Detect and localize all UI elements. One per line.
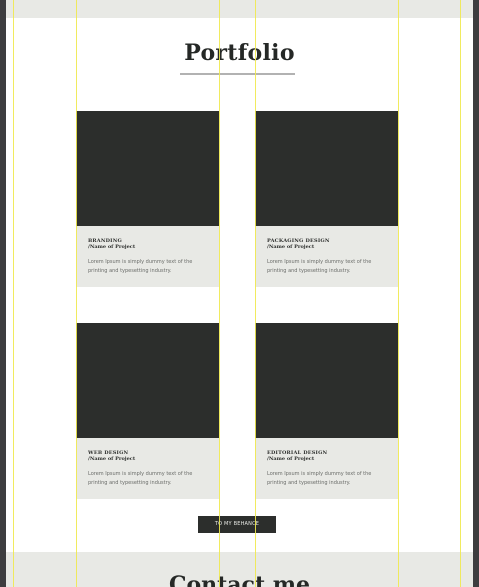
project-name: /Name of Project xyxy=(267,456,315,462)
project-card-web[interactable]: WEB DESIGN /Name of Project Lorem Ipsum … xyxy=(76,323,219,499)
project-info: BRANDING /Name of Project Lorem Ipsum is… xyxy=(76,226,219,287)
project-name: /Name of Project xyxy=(88,456,136,462)
layout-guide-line xyxy=(460,0,461,587)
layout-guide-line xyxy=(13,0,14,587)
project-description: Lorem Ipsum is simply dummy text of the … xyxy=(267,471,372,486)
project-image[interactable] xyxy=(255,111,398,226)
project-image[interactable] xyxy=(76,111,219,226)
layout-guide-line xyxy=(76,0,77,587)
project-card-branding[interactable]: BRANDING /Name of Project Lorem Ipsum is… xyxy=(76,111,219,287)
layout-guide-line xyxy=(255,0,256,587)
project-card-editorial[interactable]: EDITORIAL DESIGN /Name of Project Lorem … xyxy=(255,323,398,499)
project-card-packaging[interactable]: PACKAGING DESIGN /Name of Project Lorem … xyxy=(255,111,398,287)
left-canvas-edge xyxy=(0,0,6,587)
layout-guide-line xyxy=(219,0,220,587)
behance-button[interactable]: TO MY BEHANCE xyxy=(198,516,276,533)
project-description: Lorem Ipsum is simply dummy text of the … xyxy=(88,259,193,274)
project-description: Lorem Ipsum is simply dummy text of the … xyxy=(88,471,193,486)
project-image[interactable] xyxy=(255,323,398,438)
project-name: /Name of Project xyxy=(88,244,136,250)
right-canvas-edge xyxy=(473,0,479,587)
project-info: PACKAGING DESIGN /Name of Project Lorem … xyxy=(255,226,398,287)
project-name: /Name of Project xyxy=(267,244,315,250)
layout-guide-line xyxy=(398,0,399,587)
project-image[interactable] xyxy=(76,323,219,438)
project-info: EDITORIAL DESIGN /Name of Project Lorem … xyxy=(255,438,398,499)
project-info: WEB DESIGN /Name of Project Lorem Ipsum … xyxy=(76,438,219,499)
project-description: Lorem Ipsum is simply dummy text of the … xyxy=(267,259,372,274)
title-underline xyxy=(180,73,295,75)
